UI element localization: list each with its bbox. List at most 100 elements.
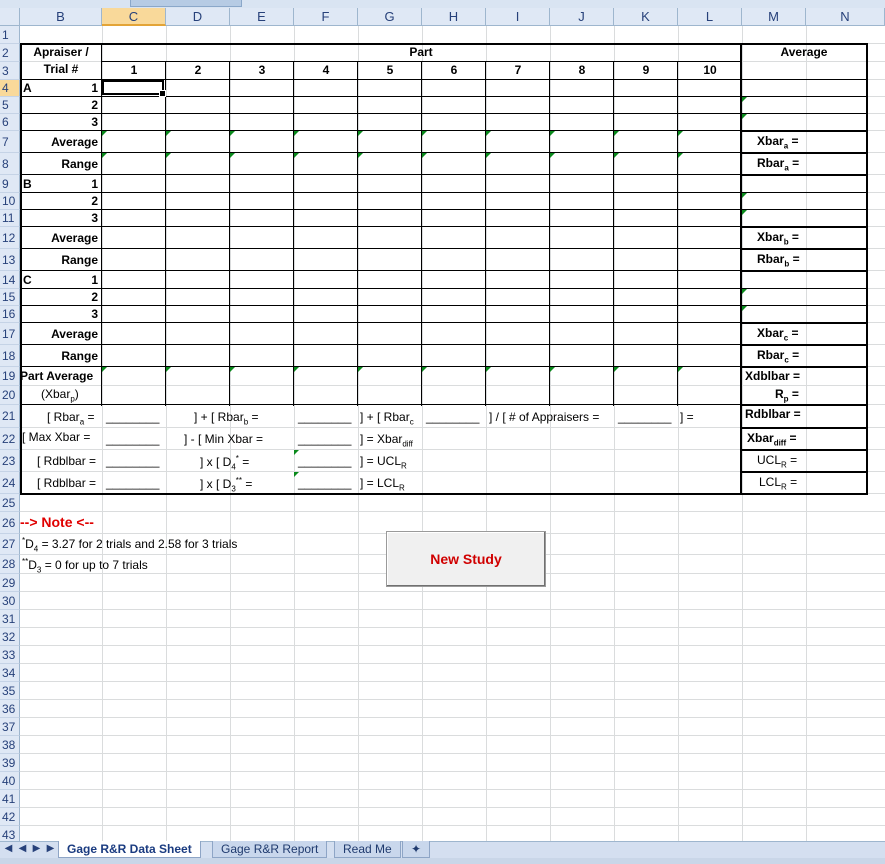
row-header-27[interactable]: 27: [0, 534, 20, 555]
error-indicator-icon[interactable]: [486, 131, 491, 136]
first-sheet-icon[interactable]: ◀: [3, 843, 14, 854]
error-indicator-icon[interactable]: [422, 131, 427, 136]
error-indicator-icon[interactable]: [742, 289, 747, 294]
last-sheet-icon[interactable]: ▶: [45, 843, 56, 854]
tab-gage-rr-data-sheet[interactable]: Gage R&R Data Sheet: [58, 841, 201, 858]
error-indicator-icon[interactable]: [678, 367, 683, 372]
column-header-c[interactable]: C: [102, 8, 166, 26]
error-indicator-icon[interactable]: [166, 153, 171, 158]
row-header-40[interactable]: 40: [0, 772, 20, 790]
blank-22-a[interactable]: ________: [106, 432, 159, 446]
error-indicator-icon[interactable]: [102, 367, 107, 372]
column-header-b[interactable]: B: [20, 8, 102, 26]
row-header-4[interactable]: 4: [0, 80, 20, 97]
error-indicator-icon[interactable]: [614, 367, 619, 372]
row-header-31[interactable]: 31: [0, 610, 20, 628]
row-header-13[interactable]: 13: [0, 249, 20, 271]
row-header-19[interactable]: 19: [0, 367, 20, 386]
row-header-39[interactable]: 39: [0, 754, 20, 772]
selected-cell-c4[interactable]: [102, 80, 166, 97]
column-header-g[interactable]: G: [358, 8, 422, 26]
blank-21-b[interactable]: ________: [298, 410, 351, 424]
row-header-5[interactable]: 5: [0, 97, 20, 114]
row-header-33[interactable]: 33: [0, 646, 20, 664]
row-header-22[interactable]: 22: [0, 428, 20, 450]
column-header-e[interactable]: E: [230, 8, 294, 26]
error-indicator-icon[interactable]: [358, 131, 363, 136]
row-header-3[interactable]: 3: [0, 62, 20, 80]
row-header-41[interactable]: 41: [0, 790, 20, 808]
error-indicator-icon[interactable]: [742, 210, 747, 215]
column-header-j[interactable]: J: [550, 8, 614, 26]
blank-21-d[interactable]: ________: [618, 410, 671, 424]
tab-gage-rr-report[interactable]: Gage R&R Report: [212, 841, 328, 858]
column-header-n[interactable]: N: [806, 8, 885, 26]
column-header-m[interactable]: M: [742, 8, 806, 26]
select-all-corner[interactable]: [0, 8, 20, 26]
prev-sheet-icon[interactable]: ◀: [17, 843, 28, 854]
blank-21-a[interactable]: ________: [106, 410, 159, 424]
row-header-26[interactable]: 26: [0, 512, 20, 534]
row-header-28[interactable]: 28: [0, 555, 20, 574]
column-header-i[interactable]: I: [486, 8, 550, 26]
column-header-h[interactable]: H: [422, 8, 486, 26]
row-header-18[interactable]: 18: [0, 345, 20, 367]
error-indicator-icon[interactable]: [230, 153, 235, 158]
column-header-k[interactable]: K: [614, 8, 678, 26]
row-header-20[interactable]: 20: [0, 386, 20, 405]
error-indicator-icon[interactable]: [550, 367, 555, 372]
error-indicator-icon[interactable]: [486, 153, 491, 158]
row-header-12[interactable]: 12: [0, 227, 20, 249]
error-indicator-icon[interactable]: [422, 153, 427, 158]
row-header-23[interactable]: 23: [0, 450, 20, 472]
row-header-15[interactable]: 15: [0, 289, 20, 306]
error-indicator-icon[interactable]: [230, 131, 235, 136]
error-indicator-icon[interactable]: [742, 306, 747, 311]
error-indicator-icon[interactable]: [166, 367, 171, 372]
row-header-29[interactable]: 29: [0, 574, 20, 592]
blank-24-a[interactable]: ________: [106, 476, 159, 490]
column-header-d[interactable]: D: [166, 8, 230, 26]
row-header-21[interactable]: 21: [0, 405, 20, 428]
error-indicator-icon[interactable]: [678, 131, 683, 136]
column-header-l[interactable]: L: [678, 8, 742, 26]
row-header-24[interactable]: 24: [0, 472, 20, 494]
blank-23-a[interactable]: ________: [106, 454, 159, 468]
row-header-14[interactable]: 14: [0, 271, 20, 289]
error-indicator-icon[interactable]: [742, 193, 747, 198]
error-indicator-icon[interactable]: [102, 153, 107, 158]
error-indicator-icon[interactable]: [358, 367, 363, 372]
row-header-11[interactable]: 11: [0, 210, 20, 227]
error-indicator-icon[interactable]: [422, 367, 427, 372]
row-header-35[interactable]: 35: [0, 682, 20, 700]
error-indicator-icon[interactable]: [102, 131, 107, 136]
error-indicator-icon[interactable]: [742, 114, 747, 119]
row-header-36[interactable]: 36: [0, 700, 20, 718]
error-indicator-icon[interactable]: [550, 153, 555, 158]
row-header-32[interactable]: 32: [0, 628, 20, 646]
next-sheet-icon[interactable]: ▶: [31, 843, 42, 854]
row-header-34[interactable]: 34: [0, 664, 20, 682]
column-header-f[interactable]: F: [294, 8, 358, 26]
row-header-17[interactable]: 17: [0, 323, 20, 345]
error-indicator-icon[interactable]: [358, 153, 363, 158]
error-indicator-icon[interactable]: [230, 367, 235, 372]
new-study-button[interactable]: New Study: [386, 531, 546, 587]
error-indicator-icon[interactable]: [486, 367, 491, 372]
row-header-25[interactable]: 25: [0, 494, 20, 512]
error-indicator-icon[interactable]: [550, 131, 555, 136]
row-header-8[interactable]: 8: [0, 153, 20, 175]
row-header-16[interactable]: 16: [0, 306, 20, 323]
row-header-37[interactable]: 37: [0, 718, 20, 736]
blank-21-c[interactable]: ________: [426, 410, 479, 424]
row-header-10[interactable]: 10: [0, 193, 20, 210]
tab-read-me[interactable]: Read Me: [334, 841, 401, 858]
error-indicator-icon[interactable]: [678, 153, 683, 158]
row-header-9[interactable]: 9: [0, 175, 20, 193]
row-header-30[interactable]: 30: [0, 592, 20, 610]
blank-22-b[interactable]: ________: [298, 432, 351, 446]
row-header-2[interactable]: 2: [0, 44, 20, 62]
error-indicator-icon[interactable]: [614, 153, 619, 158]
row-header-6[interactable]: 6: [0, 114, 20, 131]
row-header-42[interactable]: 42: [0, 808, 20, 826]
